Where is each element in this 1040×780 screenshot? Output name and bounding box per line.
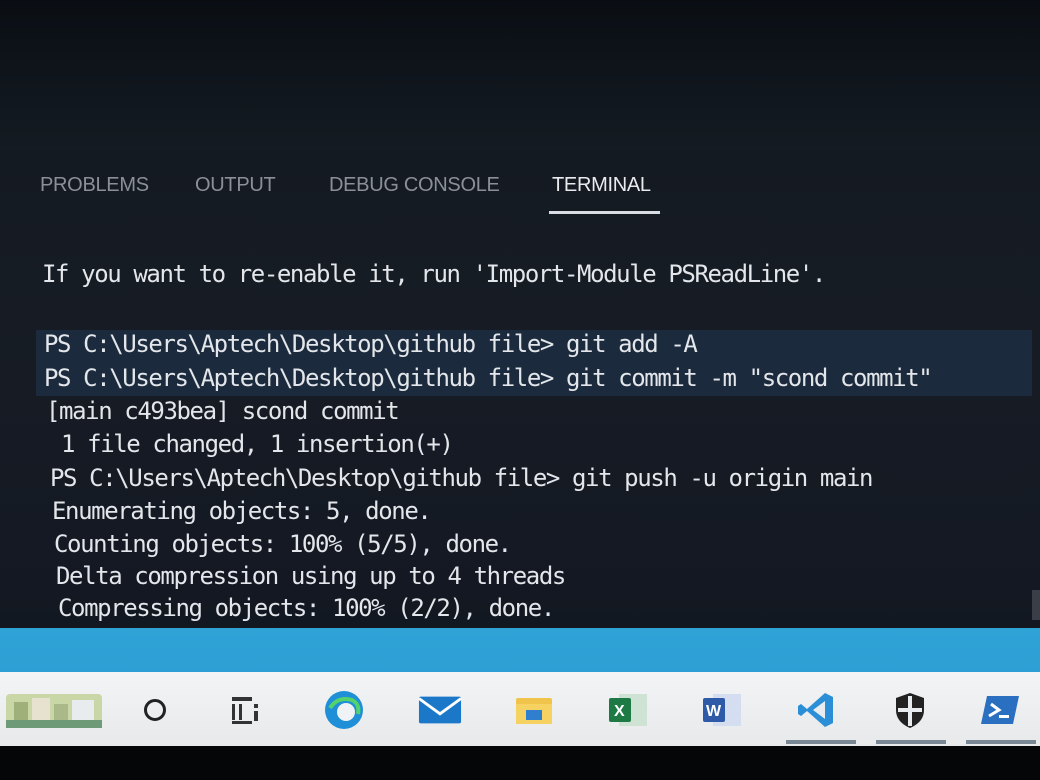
vscode-active-indicator: [786, 740, 856, 744]
security-active-indicator: [876, 740, 946, 744]
svg-text:X: X: [614, 703, 625, 720]
terminal-line: PS C:\Users\Aptech\Desktop\github file> …: [44, 364, 933, 392]
tab-output[interactable]: OUTPUT: [195, 174, 276, 197]
task-view-icon[interactable]: [222, 688, 266, 732]
panel-tab-bar: PROBLEMS OUTPUT DEBUG CONSOLE TERMINAL: [0, 160, 1040, 220]
powershell-icon[interactable]: [978, 688, 1022, 732]
svg-text:W: W: [706, 703, 722, 720]
terminal-line: [main c493bea] scond commit: [46, 397, 400, 425]
monitor-bezel: [0, 746, 1040, 780]
tab-terminal[interactable]: TERMINAL: [552, 174, 651, 197]
tab-debug-console[interactable]: DEBUG CONSOLE: [329, 174, 500, 197]
file-explorer-icon[interactable]: [512, 688, 556, 732]
terminal-line: Compressing objects: 100% (2/2), done.: [58, 594, 555, 622]
active-tab-indicator: [549, 211, 660, 214]
widgets-weather-icon[interactable]: [6, 688, 102, 732]
desktop-background-strip: [0, 628, 1040, 672]
editor-area-dark: [0, 0, 1040, 150]
terminal-line: Counting objects: 100% (5/5), done.: [54, 530, 512, 558]
terminal-scrollbar[interactable]: [1032, 590, 1040, 620]
search-icon[interactable]: [133, 688, 177, 732]
powershell-active-indicator: [966, 740, 1036, 744]
terminal-line: Enumerating objects: 5, done.: [52, 497, 432, 525]
mail-icon[interactable]: [418, 688, 462, 732]
windows-security-icon[interactable]: [888, 688, 932, 732]
terminal-line: 1 file changed, 1 insertion(+): [48, 430, 454, 458]
terminal-line: PS C:\Users\Aptech\Desktop\github file> …: [44, 330, 698, 358]
terminal-line: If you want to re-enable it, run 'Import…: [42, 260, 826, 288]
word-icon[interactable]: W: [700, 688, 744, 732]
excel-icon[interactable]: X: [606, 688, 650, 732]
terminal-line: Delta compression using up to 4 threads: [56, 562, 566, 590]
screen: PROBLEMS OUTPUT DEBUG CONSOLE TERMINAL I…: [0, 0, 1040, 780]
tab-problems[interactable]: PROBLEMS: [40, 174, 149, 197]
edge-browser-icon[interactable]: [322, 688, 366, 732]
vscode-icon[interactable]: [794, 688, 838, 732]
terminal-line: PS C:\Users\Aptech\Desktop\github file> …: [50, 464, 874, 492]
